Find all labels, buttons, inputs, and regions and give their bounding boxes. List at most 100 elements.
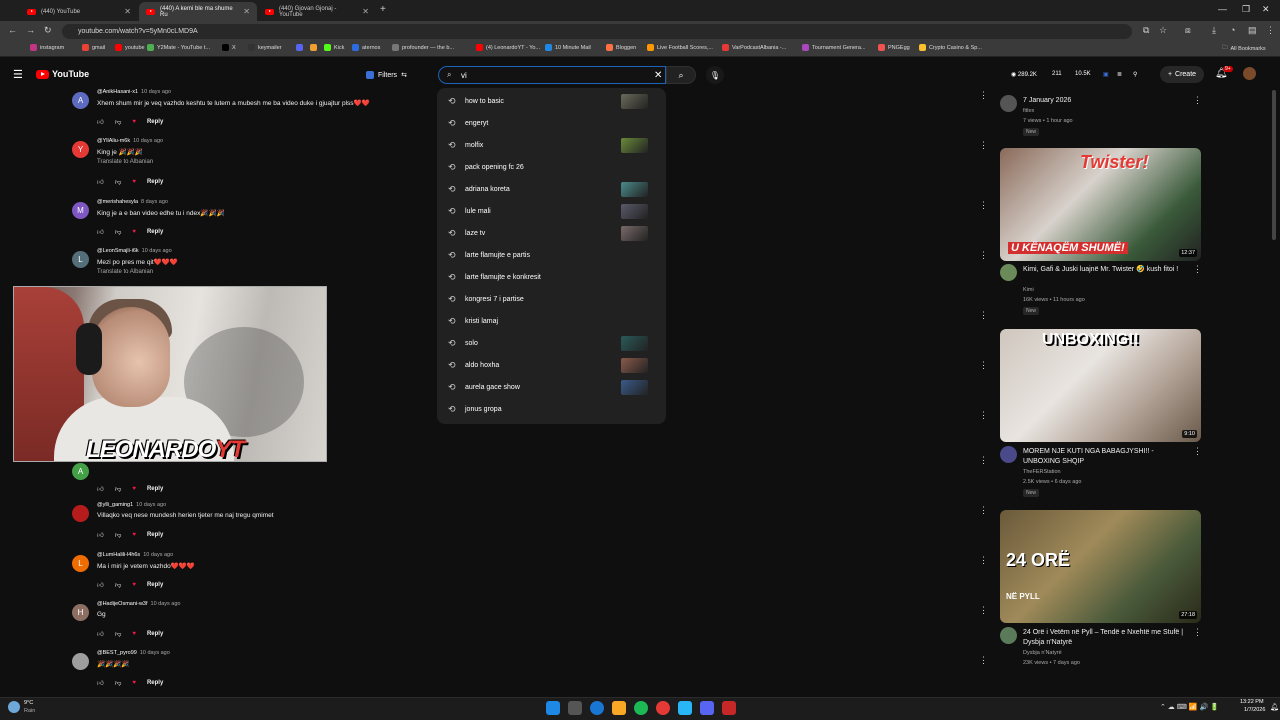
search-input[interactable]: ⌕ vi ✕ [438,66,666,84]
browser-tab-active[interactable]: (440) A kemi ble ma shume Ru ✕ [139,2,257,21]
more-options-icon[interactable]: ⋮ [979,605,988,616]
youtube-logo[interactable]: YouTube [36,69,89,79]
avatar[interactable]: H [72,604,89,621]
hamburger-menu-icon[interactable]: ☰ [13,68,23,81]
channel-name[interactable]: Kimi [1023,286,1034,295]
bookmark-item[interactable]: profounder — the b... [392,44,454,51]
bookmark-item[interactable]: instagram [30,44,64,51]
menu-kebab-icon[interactable]: ⋮ [1266,25,1275,36]
avatar[interactable]: A [72,92,89,109]
comment-author[interactable]: @HadijeOsmani-w3f [97,601,148,607]
like-icon[interactable]: 👍︎ [97,118,104,126]
bookmark-item[interactable]: youtube [115,44,145,51]
bookmark-item[interactable]: PNGEgg [878,44,910,51]
reply-button[interactable]: Reply [147,179,163,185]
dislike-icon[interactable]: 👎︎ [115,581,122,589]
comment-author[interactable]: @AnikHasani-x1 [97,89,138,95]
comment-time[interactable]: 10 days ago [151,601,181,607]
back-icon[interactable]: ← [8,25,17,35]
more-options-icon[interactable]: ⋮ [979,655,988,666]
bookmark-star-icon[interactable]: ☆ [1159,25,1167,36]
comment-time[interactable]: 10 days ago [133,138,163,144]
comment-author[interactable]: @YllAliu-m6k [97,138,130,144]
video-title[interactable]: MOREM NJE KUTI NGA BABAGJYSHI!! - UNBOXI… [1023,447,1188,467]
channel-name[interactable]: TheFERStation [1023,468,1061,477]
search-suggestion[interactable]: ⟲ molfix [437,134,666,156]
reply-button[interactable]: Reply [147,532,163,538]
weather-icon[interactable] [8,701,20,713]
create-button[interactable]: + Create [1160,66,1204,83]
extension-icon[interactable]: ▣ [1103,71,1109,78]
avatar[interactable] [1243,67,1256,80]
tray-icons[interactable]: ⌃ ☁ ⌨ 📶 🔊 🔋 [1160,703,1219,711]
more-options-icon[interactable]: ⋮ [979,455,988,466]
chrome-icon[interactable] [656,701,670,715]
sidepanel-icon[interactable]: ▤ [1248,25,1257,36]
close-icon[interactable]: ✕ [362,7,369,16]
avatar[interactable]: L [72,555,89,572]
bookmark-item[interactable]: X [222,44,236,51]
video-menu-icon[interactable]: ⋮ [1193,446,1202,457]
search-button[interactable]: ⌕ [666,66,696,84]
download-icon[interactable]: ⤓ [1212,25,1216,36]
search-suggestion[interactable]: ⟲ larte flamujte e partis [437,244,666,266]
bookmark-item[interactable]: Y2Mate - YouTube t... [147,44,210,51]
like-icon[interactable]: 👍︎ [97,679,104,687]
dislike-icon[interactable]: 👎︎ [115,485,122,493]
reload-icon[interactable]: ↻ [44,25,52,36]
extensions-icon[interactable]: ⧈ [1185,25,1191,36]
video-menu-icon[interactable]: ⋮ [1193,627,1202,638]
bookmark-item[interactable]: Kick [324,44,344,51]
bookmark-item[interactable]: Tournament Genera... [802,44,866,51]
video-menu-icon[interactable]: ⋮ [1193,264,1202,275]
bookmark-item[interactable]: Crypto Casino & Sp... [919,44,982,51]
translate-link[interactable]: Translate to Albanian [97,159,153,165]
search-suggestion[interactable]: ⟲ solo [437,332,666,354]
search-suggestion[interactable]: ⟲ lule mali [437,200,666,222]
browser-tab[interactable]: (440) YouTube ✕ [20,2,138,21]
avatar[interactable]: L [72,251,89,268]
search-suggestion[interactable]: ⟲ larte flamujte e konkresit [437,266,666,288]
filters-button[interactable]: Filters ⇆ [366,68,407,82]
bookmark-item[interactable]: aternos [352,44,380,51]
browser-tab[interactable]: (440) Gjovan Gjonaj - YouTube ✕ [258,2,376,21]
translate-link[interactable]: Translate to Albanian [97,269,153,275]
comment-author[interactable]: @merishahesyla [97,199,138,205]
video-title[interactable]: Kimi, Gafi & Juski luajnë Mr. Twister 🤣 … [1023,265,1188,275]
dislike-icon[interactable]: 👎︎ [115,531,122,539]
more-options-icon[interactable]: ⋮ [979,505,988,516]
reply-button[interactable]: Reply [147,582,163,588]
dislike-icon[interactable]: 👎︎ [115,118,122,126]
scrollbar[interactable] [1272,90,1276,240]
channel-name[interactable]: fitlex [1023,107,1034,116]
window-close-icon[interactable]: ✕ [1262,4,1270,15]
comment-author[interactable]: @ylli_gaming1 [97,502,133,508]
video-thumbnail[interactable]: Twister! U KËNAQËM SHUMË! 12:37 [1000,148,1201,261]
discord-icon[interactable] [700,701,714,715]
windows-start-icon[interactable] [546,701,560,715]
bookmark-item[interactable] [296,44,306,51]
like-icon[interactable]: 👍︎ [97,630,104,638]
dislike-icon[interactable]: 👎︎ [115,228,122,236]
comment-author[interactable]: @LeonSmajli-i6k [97,248,139,254]
comment-time[interactable]: 10 days ago [136,502,166,508]
channel-avatar[interactable] [1000,627,1017,644]
minimize-icon[interactable]: — [1218,4,1227,14]
profile-icon[interactable]: ◔ [1230,25,1235,35]
task-view-icon[interactable] [568,701,582,715]
more-options-icon[interactable]: ⋮ [979,360,988,371]
search-suggestion[interactable]: ⟲ aldo hoxha [437,354,666,376]
video-thumbnail[interactable]: UNBOXING!! 9:10 [1000,329,1201,442]
search-suggestion[interactable]: ⟲ how to basic [437,90,666,112]
like-icon[interactable]: 👍︎ [97,581,104,589]
more-options-icon[interactable]: ⋮ [979,200,988,211]
dislike-icon[interactable]: 👎︎ [115,178,122,186]
obs-icon[interactable] [722,701,736,715]
cast-icon[interactable]: ⧉ [1143,25,1149,36]
comment-author[interactable]: @BEST_pyro99 [97,650,137,656]
more-options-icon[interactable]: ⋮ [979,410,988,421]
avatar[interactable]: A [72,463,89,480]
avatar[interactable] [72,653,89,670]
comment-time[interactable]: 10 days ago [141,89,171,95]
maximize-icon[interactable]: ❐ [1242,4,1250,15]
